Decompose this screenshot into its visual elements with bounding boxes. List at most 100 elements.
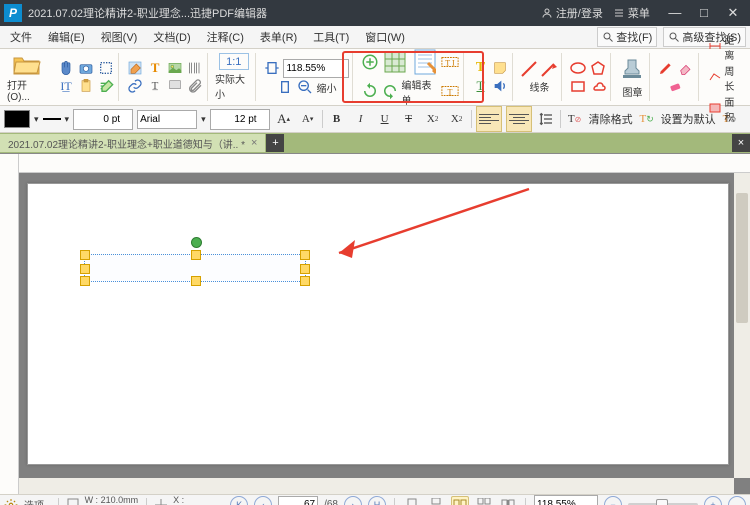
text-field-icon[interactable]: T I — [441, 53, 459, 71]
eraser-icon[interactable] — [677, 59, 695, 77]
polygon-icon[interactable] — [589, 59, 607, 77]
zoom-in-button[interactable]: + — [704, 496, 722, 505]
line-style-icon[interactable] — [43, 110, 61, 128]
perimeter-icon[interactable] — [706, 68, 723, 86]
fit-width-icon[interactable] — [263, 59, 281, 77]
menu-comment[interactable]: 注释(C) — [201, 27, 250, 47]
tab-close-icon[interactable]: × — [251, 137, 257, 149]
add-image-icon[interactable] — [166, 59, 184, 77]
new-tab-button[interactable]: + — [266, 134, 284, 152]
vertical-scrollbar[interactable] — [734, 173, 750, 478]
line-width-input[interactable] — [73, 109, 133, 130]
find-button[interactable]: 查找(F) — [597, 27, 657, 47]
font-family-input[interactable] — [137, 110, 197, 129]
status-zoom-input[interactable] — [534, 495, 598, 505]
line-icon[interactable] — [520, 60, 538, 78]
superscript-button[interactable]: X2 — [423, 109, 443, 129]
zoom-slider-knob[interactable] — [656, 499, 668, 505]
menu-view[interactable]: 视图(V) — [95, 27, 144, 47]
line-arrow-icon[interactable] — [540, 60, 558, 78]
resize-handle-se[interactable] — [300, 276, 310, 286]
fullscreen-button[interactable]: ↔ — [728, 496, 746, 505]
shape-icon[interactable] — [166, 77, 184, 95]
note-icon[interactable] — [491, 59, 509, 77]
text-field-alt-icon[interactable]: T̲ — [441, 82, 459, 100]
folder-open-icon[interactable] — [13, 52, 41, 76]
rect-icon[interactable] — [569, 77, 587, 95]
horizontal-scrollbar[interactable] — [19, 478, 734, 494]
document-tab[interactable]: 2021.07.02理论精讲2-职业理念+职业道德知与（讲.. * × — [0, 134, 265, 152]
align-left-button[interactable] — [476, 106, 502, 132]
underline-icon[interactable]: T — [471, 77, 489, 95]
maximize-button[interactable]: □ — [691, 5, 717, 20]
select-icon[interactable] — [97, 59, 115, 77]
grow-font-button[interactable]: A▴ — [274, 109, 294, 129]
add-text-icon[interactable]: T — [146, 59, 164, 77]
rotate-right-icon[interactable] — [381, 82, 399, 100]
resize-handle-nw[interactable] — [80, 250, 90, 260]
menu-document[interactable]: 文档(D) — [147, 27, 196, 47]
close-button[interactable]: ✕ — [720, 5, 746, 21]
text-highlight-icon[interactable]: T — [471, 59, 489, 77]
font-size-input[interactable] — [210, 109, 270, 130]
resize-handle-ne[interactable] — [300, 250, 310, 260]
cloud-icon[interactable] — [589, 77, 607, 95]
strike-button[interactable]: T — [399, 109, 419, 129]
single-page-view-button[interactable] — [403, 496, 421, 505]
menu-tools[interactable]: 工具(T) — [307, 27, 355, 47]
page[interactable] — [27, 183, 729, 465]
fill-color-swatch[interactable] — [4, 110, 30, 128]
shrink-font-button[interactable]: A▾ — [298, 109, 318, 129]
facing-view-button[interactable] — [451, 496, 469, 505]
distance-icon[interactable] — [706, 37, 723, 55]
page-number-input[interactable] — [278, 496, 318, 505]
rotate-left-icon[interactable] — [361, 82, 379, 100]
text-select-icon[interactable]: I͟T — [57, 77, 75, 95]
zoom-out-button[interactable]: − — [604, 496, 622, 505]
subscript-button[interactable]: X2 — [447, 109, 467, 129]
pencil-icon[interactable] — [657, 59, 675, 77]
next-page-button[interactable]: › — [344, 496, 362, 505]
align-center-button[interactable] — [506, 106, 532, 132]
italic-button[interactable]: I — [351, 109, 371, 129]
facing-continuous-button[interactable] — [475, 496, 493, 505]
first-page-button[interactable]: K — [230, 496, 248, 505]
last-page-button[interactable]: H — [368, 496, 386, 505]
clipboard-icon[interactable] — [77, 77, 95, 95]
resize-handle-w[interactable] — [80, 264, 90, 274]
canvas[interactable] — [19, 173, 750, 494]
account-button[interactable]: 注册/登录 — [541, 5, 603, 21]
eraser2-icon[interactable] — [667, 77, 685, 95]
set-default-icon[interactable]: T↻ — [637, 109, 657, 129]
edit-content-icon[interactable] — [126, 59, 144, 77]
fit-page-icon[interactable] — [276, 78, 294, 96]
add-text-small-icon[interactable]: T̲ — [146, 77, 164, 95]
underline-button[interactable]: U — [375, 109, 395, 129]
resize-handle-s[interactable] — [191, 276, 201, 286]
scrollbar-thumb[interactable] — [736, 193, 748, 323]
stamp-icon[interactable] — [618, 55, 646, 83]
options-gear-icon[interactable] — [4, 498, 18, 505]
options-label[interactable]: 选项.. — [24, 497, 50, 505]
link-icon[interactable] — [126, 77, 144, 95]
hand-tool-icon[interactable] — [57, 59, 75, 77]
area-icon[interactable] — [706, 99, 723, 117]
resize-handle-n[interactable] — [191, 250, 201, 260]
minimize-button[interactable]: — — [662, 5, 688, 20]
selected-form-field[interactable] — [84, 254, 306, 282]
line-spacing-button[interactable] — [536, 109, 556, 129]
sound-icon[interactable] — [491, 77, 509, 95]
form-grid-icon[interactable] — [381, 48, 409, 76]
ellipse-icon[interactable] — [569, 59, 587, 77]
menu-form[interactable]: 表单(R) — [254, 27, 303, 47]
continuous-view-button[interactable] — [427, 496, 445, 505]
close-all-tabs-button[interactable]: × — [732, 134, 750, 152]
book-view-button[interactable] — [499, 496, 517, 505]
attachment-icon[interactable] — [186, 77, 204, 95]
resize-handle-sw[interactable] — [80, 276, 90, 286]
zoom-select[interactable] — [283, 59, 349, 78]
actual-size-icon[interactable]: 1:1 — [219, 53, 249, 70]
rotate-handle[interactable] — [191, 237, 202, 248]
bold-button[interactable]: B — [327, 109, 347, 129]
clear-format-icon[interactable]: T⊘ — [565, 109, 585, 129]
